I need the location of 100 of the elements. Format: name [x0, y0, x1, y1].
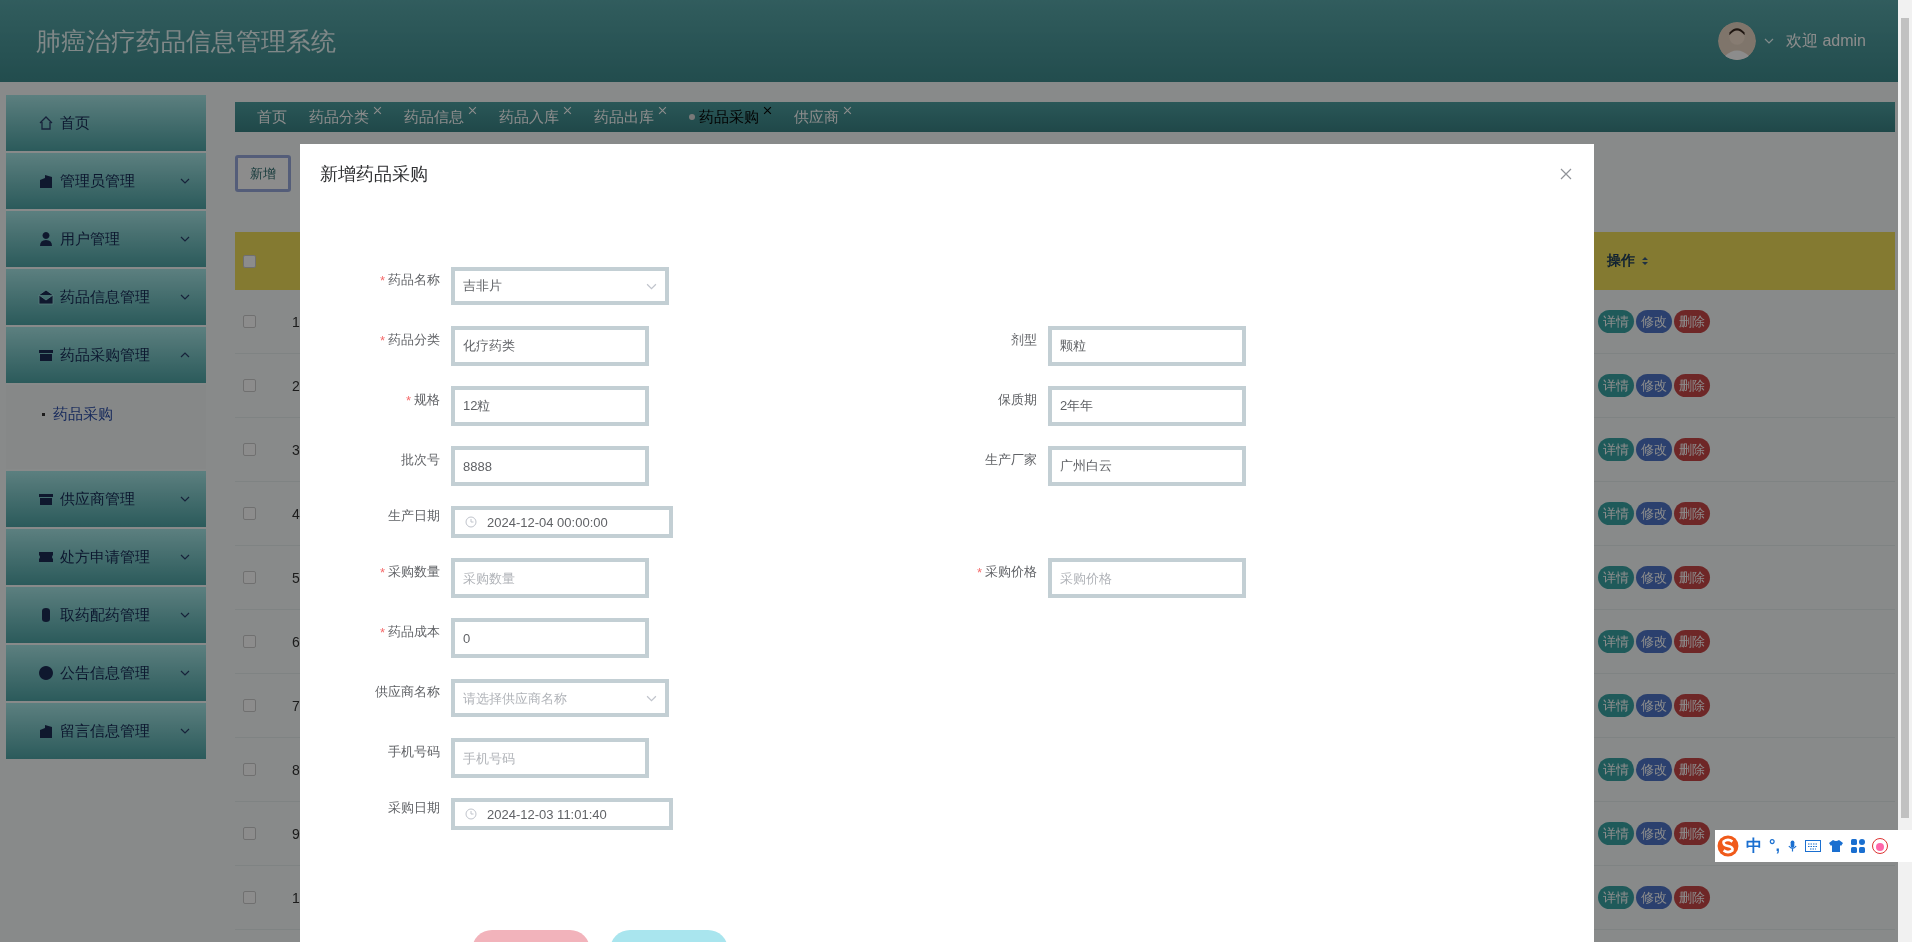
checkbox[interactable]	[243, 763, 256, 776]
field-label: 采购价格	[985, 563, 1037, 581]
input-field[interactable]: 8888	[451, 446, 649, 486]
action-button[interactable]: 详情	[1598, 438, 1634, 461]
sidebar-item[interactable]: 供应商管理	[6, 471, 206, 527]
action-button[interactable]: 修改	[1636, 438, 1672, 461]
action-button[interactable]: 删除	[1674, 630, 1710, 653]
input-field[interactable]: 0	[451, 618, 649, 658]
close-icon[interactable]	[763, 105, 772, 115]
field-label: 采购数量	[388, 563, 440, 581]
tab[interactable]: 药品信息	[404, 107, 477, 127]
action-button[interactable]: 修改	[1636, 502, 1672, 525]
scrollbar[interactable]	[1898, 0, 1912, 942]
tab[interactable]: 药品分类	[309, 107, 382, 127]
checkbox[interactable]	[243, 315, 256, 328]
action-button[interactable]: 修改	[1636, 886, 1672, 909]
checkbox[interactable]	[243, 635, 256, 648]
action-button[interactable]: 修改	[1636, 310, 1672, 333]
action-button[interactable]: 详情	[1598, 630, 1634, 653]
checkbox[interactable]	[243, 379, 256, 392]
checkbox[interactable]	[243, 443, 256, 456]
checkbox[interactable]	[243, 254, 256, 268]
tab[interactable]: 首页	[257, 107, 287, 127]
input-field[interactable]: 2024-12-04 00:00:00	[451, 506, 673, 538]
action-button[interactable]: 详情	[1598, 566, 1634, 589]
action-button[interactable]: 详情	[1598, 822, 1634, 845]
tab[interactable]: 药品入库	[499, 107, 572, 127]
action-button[interactable]: 删除	[1674, 374, 1710, 397]
action-button[interactable]: 删除	[1674, 694, 1710, 717]
user-greeting[interactable]: 欢迎 admin	[1785, 30, 1866, 52]
action-button[interactable]: 删除	[1674, 310, 1710, 333]
checkbox[interactable]	[243, 699, 256, 712]
input-field[interactable]: 采购数量	[451, 558, 649, 598]
action-button[interactable]: 修改	[1636, 374, 1672, 397]
ime-mode[interactable]: 中	[1746, 835, 1762, 857]
tab[interactable]: 药品采购	[689, 107, 772, 127]
ime-logo-icon[interactable]	[1717, 835, 1739, 857]
avatar-icon[interactable]	[1717, 22, 1756, 60]
shirt-icon[interactable]	[1827, 839, 1844, 853]
input-field[interactable]: 12粒	[451, 386, 649, 426]
action-button[interactable]: 详情	[1598, 758, 1634, 781]
input-field[interactable]: 请选择供应商名称	[451, 679, 669, 717]
action-button[interactable]: 删除	[1674, 886, 1710, 909]
action-button[interactable]: 详情	[1598, 502, 1634, 525]
archive-icon	[38, 347, 54, 363]
sidebar-item[interactable]: 留言信息管理	[6, 703, 206, 759]
sidebar-item[interactable]: 用户管理	[6, 211, 206, 267]
sidebar-item[interactable]: 药品采购管理	[6, 327, 206, 383]
table-cell-text: 8	[292, 761, 301, 778]
table-cell-text: 7	[292, 697, 301, 714]
sidebar-item[interactable]: 处方申请管理	[6, 529, 206, 585]
input-field[interactable]: 2年年	[1048, 386, 1246, 426]
close-icon[interactable]	[1560, 168, 1572, 180]
sidebar-item[interactable]: 取药配药管理	[6, 587, 206, 643]
action-button[interactable]: 修改	[1636, 822, 1672, 845]
sidebar-item[interactable]: 公告信息管理	[6, 645, 206, 701]
action-button[interactable]: 删除	[1674, 566, 1710, 589]
action-button[interactable]: 修改	[1636, 758, 1672, 781]
required-mark: *	[379, 564, 385, 580]
action-button[interactable]: 详情	[1598, 886, 1634, 909]
action-button[interactable]: 删除	[1674, 438, 1710, 461]
action-button[interactable]: 修改	[1636, 566, 1672, 589]
input-field[interactable]: 化疗药类	[451, 326, 649, 366]
microphone-icon[interactable]	[1786, 839, 1798, 853]
checkbox[interactable]	[243, 827, 256, 840]
action-button[interactable]: 详情	[1598, 310, 1634, 333]
sidebar-item[interactable]: 管理员管理	[6, 153, 206, 209]
input-field[interactable]: 2024-12-03 11:01:40	[451, 798, 673, 830]
input-field[interactable]: 采购价格	[1048, 558, 1246, 598]
sidebar-item[interactable]: 药品信息管理	[6, 269, 206, 325]
table-cell-text: 3	[292, 441, 301, 458]
sort-icon[interactable]	[1641, 256, 1649, 266]
table-cell-text: 5	[292, 569, 301, 586]
sidebar-item[interactable]: 首页	[6, 95, 206, 151]
checkbox[interactable]	[243, 507, 256, 520]
keyboard-icon[interactable]	[1804, 840, 1821, 852]
input-field[interactable]: 手机号码	[451, 738, 649, 778]
action-button[interactable]: 修改	[1636, 694, 1672, 717]
field-label: 药品分类	[388, 331, 440, 349]
ime-punctuation[interactable]: °,	[1769, 837, 1780, 855]
input-field[interactable]: 颗粒	[1048, 326, 1246, 366]
action-button[interactable]: 详情	[1598, 694, 1634, 717]
add-button[interactable]: 新增	[235, 155, 291, 192]
action-button[interactable]: 修改	[1636, 630, 1672, 653]
submenu-item[interactable]: 药品采购	[42, 405, 113, 424]
checkbox[interactable]	[243, 891, 256, 904]
tab[interactable]: 药品出库	[594, 107, 667, 127]
field-label: 规格	[414, 391, 440, 409]
input-field[interactable]: 吉非片	[451, 267, 669, 305]
checkbox[interactable]	[243, 571, 256, 584]
mail-icon	[38, 289, 54, 305]
action-button[interactable]: 删除	[1674, 502, 1710, 525]
action-button[interactable]: 删除	[1674, 758, 1710, 781]
caret-icon[interactable]	[1763, 38, 1774, 44]
tab[interactable]: 供应商	[794, 107, 852, 127]
column-header[interactable]: 操作	[1607, 252, 1635, 270]
action-button[interactable]: 详情	[1598, 374, 1634, 397]
grid-icon[interactable]	[1850, 839, 1865, 853]
input-field[interactable]: 广州白云	[1048, 446, 1246, 486]
action-button[interactable]: 删除	[1674, 822, 1710, 845]
